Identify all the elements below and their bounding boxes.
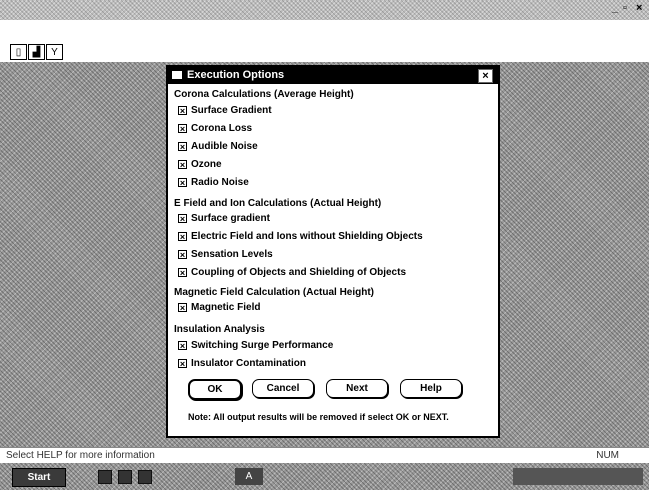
num-lock-indicator: NUM (596, 450, 619, 461)
quick-launch-icon[interactable] (118, 470, 132, 484)
section-title-magnetic: Magnetic Field Calculation (Actual Heigh… (174, 287, 375, 298)
open-file-icon[interactable]: ▯ (10, 44, 27, 60)
checkbox[interactable]: × (178, 341, 187, 351)
next-button[interactable]: Next (326, 379, 388, 398)
taskbar-app-button[interactable]: A (235, 468, 263, 485)
dialog-title: Execution Options (187, 69, 285, 81)
checkbox[interactable]: × (178, 142, 187, 152)
option-label: Electric Field and Ions without Shieldin… (191, 231, 423, 242)
ok-button[interactable]: OK (188, 379, 242, 400)
checkbox[interactable]: × (178, 250, 187, 260)
tower-icon[interactable]: Y (46, 44, 63, 60)
option-label: Switching Surge Performance (191, 340, 334, 351)
chart-icon[interactable]: ▟ (28, 44, 45, 60)
option-corona-loss[interactable]: × Corona Loss (178, 123, 252, 134)
option-efield-surface-gradient[interactable]: × Surface gradient (178, 213, 270, 224)
section-title-corona: Corona Calculations (Average Height) (174, 89, 354, 100)
option-label: Coupling of Objects and Shielding of Obj… (191, 267, 407, 278)
section-title-efield: E Field and Ion Calculations (Actual Hei… (174, 198, 382, 209)
menu-bar (0, 20, 649, 44)
option-label: Surface Gradient (191, 105, 272, 116)
option-coupling-shielding[interactable]: × Coupling of Objects and Shielding of Ob… (178, 267, 406, 278)
execution-options-dialog: Execution Options × Corona Calculations … (166, 65, 500, 438)
option-label: Surface gradient (191, 213, 270, 224)
option-corona-surface-gradient[interactable]: × Surface Gradient (178, 105, 272, 116)
option-audible-noise[interactable]: × Audible Noise (178, 141, 258, 152)
checkbox[interactable]: × (178, 124, 187, 134)
option-radio-noise[interactable]: × Radio Noise (178, 177, 249, 188)
quick-launch-icon[interactable] (138, 470, 152, 484)
option-electric-field-ions[interactable]: × Electric Field and Ions without Shieldi… (178, 231, 423, 242)
checkbox[interactable]: × (178, 232, 187, 242)
option-label: Sensation Levels (191, 249, 273, 260)
option-switching-surge[interactable]: × Switching Surge Performance (178, 340, 333, 351)
restore-button[interactable]: ▫ (623, 2, 627, 14)
taskbar: Start A (0, 463, 649, 490)
checkbox[interactable]: × (178, 160, 187, 170)
option-ozone[interactable]: × Ozone (178, 159, 222, 170)
help-button[interactable]: Help (400, 379, 462, 398)
dialog-close-button[interactable]: × (478, 69, 493, 83)
section-title-insulation: Insulation Analysis (174, 324, 265, 335)
status-bar: Select HELP for more information NUM (0, 447, 649, 464)
checkbox[interactable]: × (178, 303, 187, 313)
option-label: Magnetic Field (191, 302, 261, 313)
checkbox[interactable]: × (178, 359, 187, 369)
close-app-button[interactable]: × (636, 2, 642, 14)
status-hint: Select HELP for more information (6, 450, 155, 461)
start-button[interactable]: Start (12, 468, 66, 487)
minimize-button[interactable]: _ (612, 2, 618, 14)
option-label: Radio Noise (191, 177, 249, 188)
option-label: Audible Noise (191, 141, 258, 152)
toolbar: ▯ ▟ Y (10, 44, 63, 60)
dialog-title-bar[interactable]: Execution Options × (168, 67, 498, 84)
dialog-note: Note: All output results will be removed… (188, 412, 449, 422)
cancel-button[interactable]: Cancel (252, 379, 314, 398)
app-title-bar: _ ▫ × (0, 0, 649, 20)
checkbox[interactable]: × (178, 178, 187, 188)
quick-launch-icon[interactable] (98, 470, 112, 484)
system-tray (513, 468, 643, 485)
checkbox[interactable]: × (178, 268, 187, 278)
checkbox[interactable]: × (178, 214, 187, 224)
option-insulator-contamination[interactable]: × Insulator Contamination (178, 358, 306, 369)
option-magnetic-field[interactable]: × Magnetic Field (178, 302, 260, 313)
option-sensation-levels[interactable]: × Sensation Levels (178, 249, 273, 260)
option-label: Ozone (191, 159, 222, 170)
option-label: Insulator Contamination (191, 358, 306, 369)
dialog-app-icon (172, 71, 182, 79)
checkbox[interactable]: × (178, 106, 187, 116)
option-label: Corona Loss (191, 123, 253, 134)
